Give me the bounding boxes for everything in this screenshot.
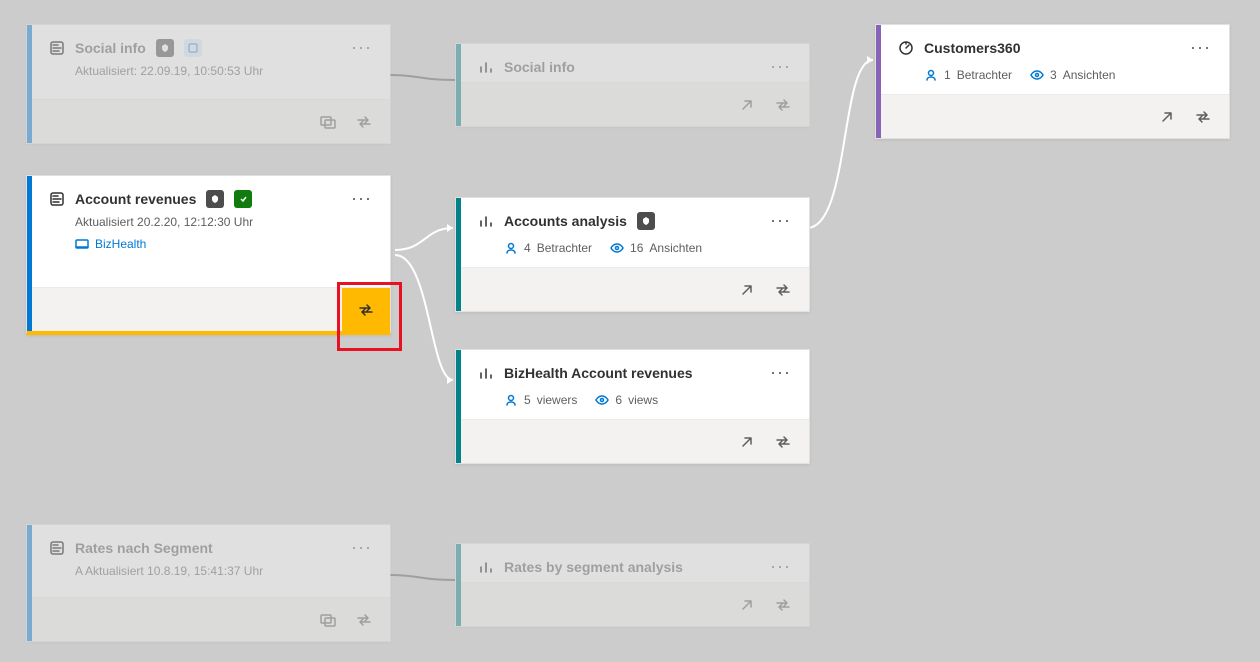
viewers-label: Betrachter <box>957 68 1012 82</box>
lineage-toggle-button[interactable] <box>352 110 376 134</box>
related-content-button[interactable] <box>316 110 340 134</box>
updated-text: Aktualisiert: 22.09.19, 10:50:53 Uhr <box>27 62 390 88</box>
card-rates-segment[interactable]: Rates nach Segment ··· A Aktualisiert 10… <box>26 524 391 642</box>
views-label: views <box>628 393 658 407</box>
card-account-revenues[interactable]: Account revenues ··· Aktualisiert 20.2.2… <box>26 175 391 335</box>
report-icon <box>478 213 494 229</box>
more-actions-button[interactable]: ··· <box>347 537 376 558</box>
sensitivity-badge <box>156 39 174 57</box>
card-title: BizHealth Account revenues <box>504 365 693 381</box>
eye-icon <box>595 393 609 407</box>
navigate-icon[interactable] <box>735 593 759 617</box>
dashboard-icon <box>898 40 914 56</box>
person-icon <box>504 393 518 407</box>
related-content-button[interactable] <box>316 608 340 632</box>
card-customers360[interactable]: Customers360 ··· 1 Betrachter 3 Ansichte… <box>875 24 1230 139</box>
navigate-icon[interactable] <box>1155 105 1179 129</box>
viewers-count: 5 <box>524 393 531 407</box>
sensitivity-badge <box>206 190 224 208</box>
dataset-icon <box>49 191 65 207</box>
card-title: Accounts analysis <box>504 213 627 229</box>
more-actions-button[interactable]: ··· <box>347 37 376 58</box>
workspace-link[interactable]: BizHealth <box>95 237 146 251</box>
card-accounts-analysis[interactable]: Accounts analysis ··· 4 Betrachter 16 An… <box>455 197 810 312</box>
report-icon <box>478 59 494 75</box>
lineage-toggle-button[interactable] <box>771 278 795 302</box>
viewers-label: viewers <box>537 393 578 407</box>
card-title: Account revenues <box>75 191 196 207</box>
more-actions-button[interactable]: ··· <box>766 556 795 577</box>
card-title: Social info <box>75 40 146 56</box>
lineage-toggle-button[interactable] <box>352 608 376 632</box>
more-actions-button[interactable]: ··· <box>766 362 795 383</box>
dataset-icon <box>49 40 65 56</box>
viewers-label: Betrachter <box>537 241 592 255</box>
navigate-icon[interactable] <box>735 430 759 454</box>
eye-icon <box>610 241 624 255</box>
views-count: 3 <box>1050 68 1057 82</box>
views-count: 6 <box>615 393 622 407</box>
more-actions-button[interactable]: ··· <box>766 210 795 231</box>
card-social-info-report[interactable]: Social info ··· <box>455 43 810 127</box>
sensitivity-badge <box>637 212 655 230</box>
views-label: Ansichten <box>649 241 702 255</box>
updated-text: Aktualisiert 20.2.20, 12:12:30 Uhr <box>75 215 376 229</box>
lineage-toggle-button[interactable] <box>771 93 795 117</box>
navigate-icon[interactable] <box>735 278 759 302</box>
viewers-count: 1 <box>944 68 951 82</box>
viewers-count: 4 <box>524 241 531 255</box>
dataset-icon <box>49 540 65 556</box>
card-title: Rates by segment analysis <box>504 559 683 575</box>
more-actions-button[interactable]: ··· <box>347 188 376 209</box>
workspace-icon <box>75 237 89 251</box>
endorsement-badge <box>184 39 202 57</box>
lineage-toggle-button[interactable] <box>1191 105 1215 129</box>
person-icon <box>924 68 938 82</box>
person-icon <box>504 241 518 255</box>
more-actions-button[interactable]: ··· <box>766 56 795 77</box>
report-icon <box>478 559 494 575</box>
views-count: 16 <box>630 241 643 255</box>
card-title: Customers360 <box>924 40 1021 56</box>
lineage-toggle-button[interactable] <box>342 288 390 332</box>
card-title: Rates nach Segment <box>75 540 213 556</box>
report-icon <box>478 365 494 381</box>
certified-badge <box>234 190 252 208</box>
card-bizhealth-revenues[interactable]: BizHealth Account revenues ··· 5 viewers… <box>455 349 810 464</box>
card-title: Social info <box>504 59 575 75</box>
more-actions-button[interactable]: ··· <box>1186 37 1215 58</box>
navigate-icon[interactable] <box>735 93 759 117</box>
updated-text: A Aktualisiert 10.8.19, 15:41:37 Uhr <box>27 562 390 588</box>
eye-icon <box>1030 68 1044 82</box>
card-rates-analysis[interactable]: Rates by segment analysis ··· <box>455 543 810 627</box>
card-social-info-dataset[interactable]: Social info ··· Aktualisiert: 22.09.19, … <box>26 24 391 144</box>
lineage-toggle-button[interactable] <box>771 593 795 617</box>
lineage-toggle-button[interactable] <box>771 430 795 454</box>
views-label: Ansichten <box>1063 68 1116 82</box>
